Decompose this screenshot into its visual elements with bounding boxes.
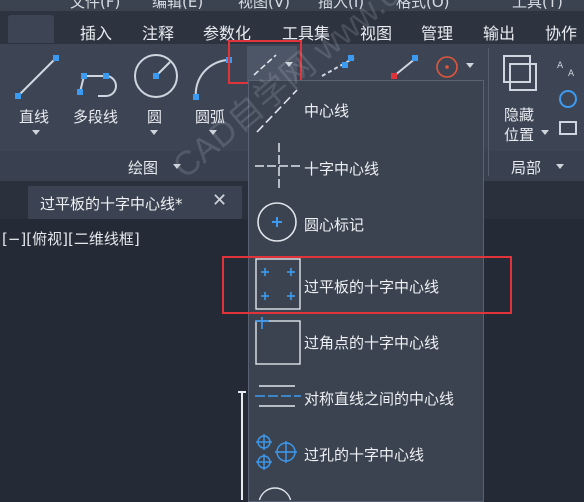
hole-cross-centerline-icon — [256, 434, 297, 470]
tab-insert[interactable]: 插入 — [80, 20, 112, 44]
text-align-icon[interactable]: A A — [556, 56, 582, 80]
menu-view[interactable]: 视图(V) — [238, 0, 290, 11]
hide-objects-icon[interactable] — [500, 52, 540, 96]
svg-text:A: A — [568, 69, 575, 79]
svg-text:A: A — [557, 61, 564, 71]
menu-item-cross-centerline-label[interactable]: 十字中心线 — [304, 158, 379, 179]
circle-tool-label[interactable]: 圆 — [147, 106, 162, 127]
tab-output[interactable]: 输出 — [483, 20, 515, 44]
menu-file[interactable]: 文件(F) — [70, 0, 120, 11]
draw-panel-title[interactable]: 绘图 — [128, 157, 158, 178]
hide-dropdown-icon[interactable] — [541, 130, 549, 135]
rotate-icon[interactable] — [556, 88, 582, 110]
center-mark-tool-icon[interactable] — [434, 54, 460, 80]
polyline-tool-icon[interactable] — [76, 52, 126, 102]
corner-cross-centerline-icon — [255, 317, 301, 365]
file-tab-title[interactable]: 过平板的十字中心线* — [40, 193, 183, 214]
menu-edit[interactable]: 编辑(E) — [152, 0, 203, 11]
close-icon[interactable]: ✕ — [212, 190, 227, 211]
menu-item-hole-cross-centerline-label[interactable]: 过孔的十字中心线 — [304, 444, 424, 465]
ribbon-separator — [488, 48, 489, 176]
menu-item-corner-cross-centerline-label[interactable]: 过角点的十字中心线 — [304, 332, 439, 353]
symmetric-centerline-icon — [255, 385, 301, 407]
viewport-controls-label[interactable]: [−][俯视][二维线框] — [2, 228, 140, 249]
hide-label-line1[interactable]: 隐藏 — [504, 104, 534, 125]
menu-item-symmetric-centerline-label[interactable]: 对称直线之间的中心线 — [304, 388, 454, 409]
polyline-tool-label[interactable]: 多段线 — [73, 106, 118, 127]
plate-item-highlight-box — [222, 256, 512, 314]
line-dropdown-icon[interactable] — [32, 130, 40, 135]
layers-panel-expand-icon[interactable] — [556, 164, 564, 169]
menu-item-center-mark-label[interactable]: 圆心标记 — [304, 214, 364, 235]
drawing-line — [238, 391, 246, 500]
block-icon[interactable] — [556, 118, 582, 138]
tab-manage[interactable]: 管理 — [421, 20, 453, 44]
next-item-icon — [258, 487, 292, 500]
center-mark-dropdown-icon[interactable] — [466, 63, 474, 68]
circle-dropdown-icon[interactable] — [150, 130, 158, 135]
center-mark-icon — [257, 202, 297, 242]
menu-item-centerline-label[interactable]: 中心线 — [304, 100, 349, 121]
menu-tools[interactable]: 工具(T) — [512, 0, 563, 11]
tab-collaborate[interactable]: 协作 — [545, 20, 577, 44]
tab-annotate[interactable]: 注释 — [142, 20, 174, 44]
menu-bar: 文件(F) 编辑(E) 视图(V) 插入(I) 格式(O) 工具(T) — [0, 0, 584, 11]
layers-panel-title[interactable]: 局部 — [511, 157, 541, 178]
leader-tool-icon[interactable] — [390, 54, 422, 80]
line-tool-label[interactable]: 直线 — [19, 106, 49, 127]
tab-home[interactable] — [8, 15, 54, 43]
line-tool-icon[interactable] — [14, 52, 64, 102]
hide-label-line2[interactable]: 位置 — [504, 124, 534, 145]
cross-centerline-icon — [255, 143, 303, 189]
circle-tool-icon[interactable] — [132, 52, 182, 102]
